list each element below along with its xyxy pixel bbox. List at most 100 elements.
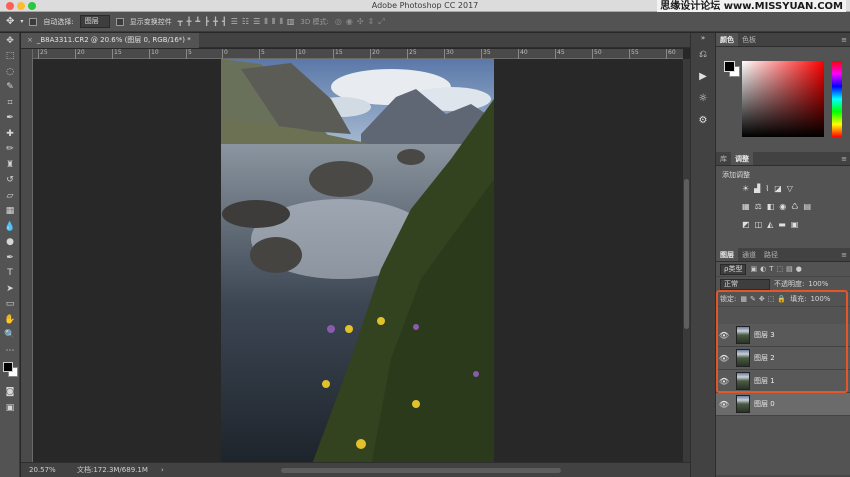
tab-adjustments[interactable]: 调整 [731,152,753,165]
photo-filter-icon[interactable]: ◉ [779,202,786,211]
tab-layers[interactable]: 图层 [716,248,738,261]
align-hcenter-icon[interactable]: ╋ [213,17,218,27]
selective-color-icon[interactable]: ▣ [791,220,799,229]
actions-play-icon[interactable]: ▶ [691,65,715,87]
collapse-arrows-icon[interactable]: » [691,33,715,43]
eye-icon[interactable]: 👁 [716,377,732,386]
panel-menu-icon[interactable]: ≡ [838,152,850,165]
align-top-icon[interactable]: ┳ [178,17,183,27]
vertical-scroll-thumb[interactable] [684,179,689,329]
history-brush-tool-icon[interactable]: ↺ [0,173,20,189]
vertical-ruler[interactable] [21,49,33,462]
distribute-top-icon[interactable]: ☰ [231,17,238,27]
roll-3d-icon[interactable]: ◉ [346,17,353,27]
type-filter-icon[interactable]: T [769,265,773,273]
layer-filter-dropdown[interactable]: ρ类型 [720,263,747,275]
auto-select-checkbox[interactable] [29,17,38,26]
levels-icon[interactable]: ▟ [754,184,760,193]
align-left-icon[interactable]: ┣ [204,17,209,27]
healing-brush-tool-icon[interactable]: ✚ [0,126,20,142]
document-tab[interactable]: × _B8A3311.CR2 @ 20.6% (图层 0, RGB/16*) * [21,33,199,48]
eye-icon[interactable]: 👁 [716,331,732,340]
distribute-left-icon[interactable]: ⦀ [264,17,268,27]
orbit-3d-icon[interactable]: ◎ [335,17,342,27]
eraser-tool-icon[interactable]: ▱ [0,188,20,204]
color-field[interactable] [742,61,824,137]
chevron-down-icon[interactable]: ▾ [20,18,23,25]
drag-3d-icon[interactable]: ✣ [357,17,364,27]
move-tool-icon[interactable]: ✥ [0,33,20,49]
auto-select-dropdown[interactable]: 图层 [79,15,110,28]
distribute-bottom-icon[interactable]: ☰ [253,17,260,27]
lock-artboard-icon[interactable]: ⬚ [768,295,775,303]
blend-mode-dropdown[interactable]: 正常 [720,278,770,290]
lock-pixels-icon[interactable]: ✎ [750,295,756,303]
lock-all-icon[interactable]: 🔒 [777,295,786,303]
curves-icon[interactable]: ⌇ [765,184,769,193]
color-lookup-icon[interactable]: ▤ [803,202,811,211]
align-vcenter-icon[interactable]: ╋ [187,17,192,27]
color-swatches[interactable] [0,359,20,385]
zoom-level[interactable]: 20.57% [29,463,56,477]
foreground-color-swatch[interactable] [3,361,13,372]
zoom-tool-icon[interactable]: 🔍 [0,328,20,344]
smart-object-filter-icon[interactable]: ▤ [786,265,793,273]
hue-saturation-icon[interactable]: ▦ [742,202,750,211]
layer-row[interactable]: 👁 图层 3 [716,324,850,347]
fill-value[interactable]: 100% [810,295,830,303]
eye-icon[interactable]: 👁 [716,354,732,363]
show-transform-checkbox[interactable] [115,17,124,26]
color-balance-icon[interactable]: ⚖ [755,202,762,211]
align-bottom-icon[interactable]: ┻ [195,17,200,27]
marquee-tool-icon[interactable]: ⬚ [0,49,20,65]
vertical-scrollbar[interactable] [683,59,690,462]
horizontal-scroll-thumb[interactable] [281,468,561,473]
blur-tool-icon[interactable]: 💧 [0,219,20,235]
document-image[interactable] [221,59,494,467]
channel-mixer-icon[interactable]: ♺ [791,202,798,211]
clone-stamp-tool-icon[interactable]: ♜ [0,157,20,173]
status-menu-arrow[interactable]: › [161,463,164,477]
pen-tool-icon[interactable]: ✒ [0,250,20,266]
slide-3d-icon[interactable]: ⇕ [368,17,375,27]
vibrance-icon[interactable]: ▽ [787,184,793,193]
brush-tool-icon[interactable]: ✏ [0,142,20,158]
quick-select-tool-icon[interactable]: ✎ [0,80,20,96]
history-icon[interactable]: ⎌ [691,43,715,65]
eyedropper-tool-icon[interactable]: ✒ [0,111,20,127]
adjustments-sun-icon[interactable]: ☼ [691,87,715,109]
crop-tool-icon[interactable]: ⌗ [0,95,20,111]
hand-tool-icon[interactable]: ✋ [0,312,20,328]
panel-foreground-swatch[interactable] [724,61,735,72]
layer-row[interactable]: 👁 图层 1 [716,370,850,393]
threshold-icon[interactable]: ◭ [767,220,773,229]
panel-menu-icon[interactable]: ≡ [838,248,850,261]
auto-align-icon[interactable]: ▥ [287,17,295,27]
panel-menu-icon[interactable]: ≡ [838,33,850,46]
eye-icon[interactable]: 👁 [716,400,732,409]
opacity-value[interactable]: 100% [808,280,828,288]
close-tab-icon[interactable]: × [27,36,33,44]
gradient-tool-icon[interactable]: ▦ [0,204,20,220]
dodge-tool-icon[interactable]: ● [0,235,20,251]
path-select-tool-icon[interactable]: ➤ [0,281,20,297]
type-tool-icon[interactable]: T [0,266,20,282]
align-right-icon[interactable]: ┫ [222,17,227,27]
screen-mode-icon[interactable]: ▣ [0,400,20,416]
black-white-icon[interactable]: ◧ [767,202,775,211]
distribute-vcenter-icon[interactable]: ☷ [242,17,249,27]
gradient-map-icon[interactable]: ▬ [778,220,786,229]
distribute-hcenter-icon[interactable]: ⦀ [272,17,276,27]
invert-icon[interactable]: ◩ [742,220,750,229]
tab-swatches[interactable]: 色板 [738,33,760,46]
layer-row-selected[interactable]: 👁 图层 0 [716,393,850,416]
quick-mask-icon[interactable]: ◙ [0,385,20,401]
pixel-filter-icon[interactable]: ▣ [750,265,757,273]
shape-filter-icon[interactable]: ⬚ [776,265,783,273]
adjustment-filter-icon[interactable]: ◐ [760,265,766,273]
brightness-icon[interactable]: ☀ [742,184,749,193]
exposure-icon[interactable]: ◪ [774,184,782,193]
tab-libraries[interactable]: 库 [716,152,731,165]
distribute-right-icon[interactable]: ⦀ [279,17,283,27]
properties-icon[interactable]: ⚙ [691,109,715,131]
